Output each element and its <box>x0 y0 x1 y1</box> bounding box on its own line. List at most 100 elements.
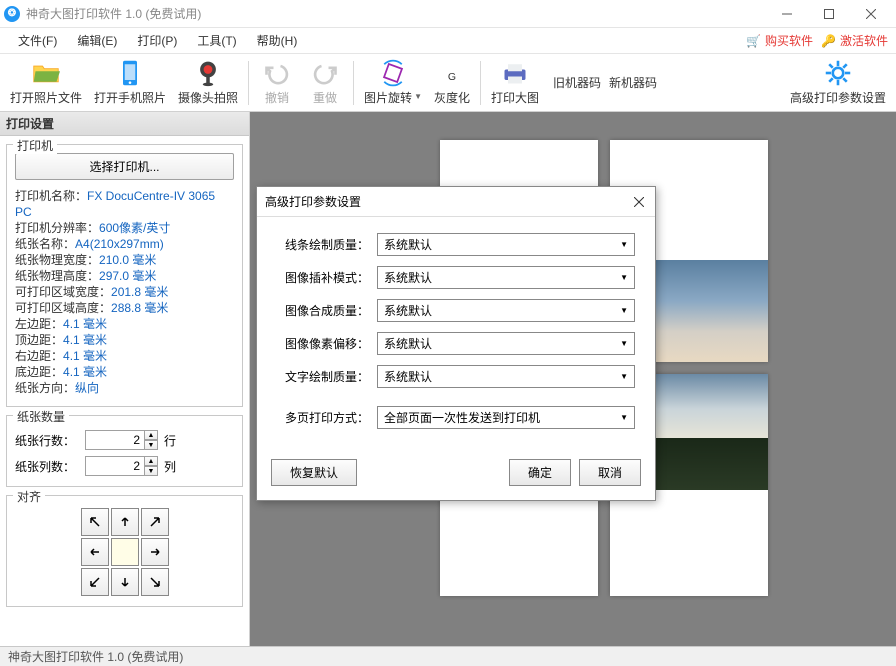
dialog-select[interactable]: 系统默认 ▼ <box>377 266 635 289</box>
dialog-select[interactable]: 系统默认▼ <box>377 332 635 355</box>
align-left[interactable] <box>81 538 109 566</box>
menu-tools[interactable]: 工具(T) <box>187 28 246 53</box>
sidebar: 打印设置 打印机 选择打印机... 打印机名称：FX DocuCentre-IV… <box>0 112 250 646</box>
status-text: 神奇大图打印软件 1.0 (免费试用) <box>8 648 183 665</box>
minimize-button[interactable] <box>766 0 808 28</box>
align-bottom-left[interactable] <box>81 568 109 596</box>
printer-info-value: 210.0 毫米 <box>99 253 156 267</box>
dialog-select[interactable]: 系统默认 ▼ <box>377 365 635 388</box>
printer-icon <box>501 59 529 87</box>
titlebar: ❂ 神奇大图打印软件 1.0 (免费试用) <box>0 0 896 28</box>
activate-link[interactable]: 🔑 激活软件 <box>821 32 888 49</box>
print-big-label: 打印大图 <box>491 89 539 106</box>
dialog-close-button[interactable] <box>631 194 647 210</box>
cols-spinner[interactable]: ▲▼ <box>144 456 158 476</box>
printer-info-label: 纸张方向： <box>15 381 75 395</box>
printer-info-label: 纸张物理宽度： <box>15 253 99 267</box>
sidebar-title: 打印设置 <box>0 112 249 136</box>
grayscale-button[interactable]: G 灰度化 <box>428 56 476 110</box>
dialog-select-value: 系统默认 <box>384 269 432 286</box>
align-top-right[interactable] <box>141 508 169 536</box>
align-top[interactable] <box>111 508 139 536</box>
menu-edit[interactable]: 编辑(E) <box>67 28 127 53</box>
rows-label: 纸张行数： <box>15 432 85 449</box>
printer-info-value: 4.1 毫米 <box>63 365 107 379</box>
cols-input[interactable]: 2 <box>85 456 145 476</box>
svg-text:G: G <box>448 71 456 83</box>
align-legend: 对齐 <box>13 488 45 505</box>
dialog-select-value: 系统默认 <box>384 368 432 385</box>
printer-info-value: 纵向 <box>75 381 99 395</box>
redo-label: 重做 <box>313 89 337 106</box>
maximize-button[interactable] <box>808 0 850 28</box>
print-big-button[interactable]: 打印大图 <box>485 56 545 110</box>
dialog-select-value: 系统默认 <box>384 236 432 253</box>
dialog-select-value: 全部页面一次性发送到打印机 <box>384 409 540 426</box>
ok-button[interactable]: 确定 <box>509 459 571 486</box>
advanced-print-dialog: 高级打印参数设置 线条绘制质量： 系统默认 ▼ 图像插补模式： 系统默认 ▼ 图像合成质量：… <box>256 186 656 501</box>
align-bottom[interactable] <box>111 568 139 596</box>
printer-info-value: 600像素/英寸 <box>99 221 170 235</box>
undo-label: 撤销 <box>265 89 289 106</box>
menu-print[interactable]: 打印(P) <box>127 28 187 53</box>
chevron-down-icon: ▼ <box>620 273 628 282</box>
printer-info-label: 左边距： <box>15 317 63 331</box>
machine-codes: 旧机器码 新机器码 <box>545 74 665 91</box>
dialog-select[interactable]: 系统默认 ▼ <box>377 233 635 256</box>
close-button[interactable] <box>850 0 892 28</box>
old-machine-code[interactable]: 旧机器码 <box>553 74 601 91</box>
rotate-icon <box>379 59 407 87</box>
rotate-button[interactable]: 图片旋转▼ <box>358 56 428 110</box>
dialog-select[interactable]: 系统默认 ▼ <box>377 299 635 322</box>
folder-icon <box>32 59 60 87</box>
camera-button[interactable]: 摄像头拍照 <box>172 56 244 110</box>
chevron-down-icon: ▼ <box>620 240 628 249</box>
menu-file[interactable]: 文件(F) <box>8 28 67 53</box>
key-icon: 🔑 <box>821 34 836 48</box>
open-phone-button[interactable]: 打开手机照片 <box>88 56 172 110</box>
align-group: 对齐 <box>6 495 243 607</box>
align-top-left[interactable] <box>81 508 109 536</box>
dialog-select-value: 系统默认 <box>384 302 432 319</box>
chevron-down-icon: ▼ <box>414 92 422 101</box>
rows-unit: 行 <box>164 432 176 449</box>
window-title: 神奇大图打印软件 1.0 (免费试用) <box>26 5 766 22</box>
restore-default-button[interactable]: 恢复默认 <box>271 459 357 486</box>
dialog-row-label: 文字绘制质量： <box>277 368 377 385</box>
printer-legend: 打印机 <box>13 137 57 154</box>
statusbar: 神奇大图打印软件 1.0 (免费试用) <box>0 646 896 666</box>
align-center[interactable] <box>111 538 139 566</box>
chevron-down-icon: ▼ <box>620 372 628 381</box>
new-machine-code[interactable]: 新机器码 <box>609 74 657 91</box>
chevron-down-icon: ▼ <box>620 339 628 348</box>
dialog-select[interactable]: 全部页面一次性发送到打印机▼ <box>377 406 635 429</box>
dialog-row-label: 图像插补模式： <box>277 269 377 286</box>
advanced-settings-button[interactable]: 高级打印参数设置 <box>784 56 892 110</box>
undo-button[interactable]: 撤销 <box>253 56 301 110</box>
undo-icon <box>263 59 291 87</box>
printer-info-label: 顶边距： <box>15 333 63 347</box>
menu-help[interactable]: 帮助(H) <box>247 28 308 53</box>
chevron-down-icon: ▼ <box>620 306 628 315</box>
redo-button[interactable]: 重做 <box>301 56 349 110</box>
buy-link[interactable]: 🛒 购买软件 <box>746 32 813 49</box>
sheets-group: 纸张数量 纸张行数： 2 ▲▼ 行 纸张列数： 2 ▲▼ 列 <box>6 415 243 487</box>
printer-info-label: 打印机分辨率： <box>15 221 99 235</box>
align-bottom-right[interactable] <box>141 568 169 596</box>
select-printer-button[interactable]: 选择打印机... <box>15 153 234 180</box>
printer-info-label: 可打印区域宽度： <box>15 285 111 299</box>
dialog-row-label: 图像合成质量： <box>277 302 377 319</box>
cols-unit: 列 <box>164 458 176 475</box>
rows-spinner[interactable]: ▲▼ <box>144 430 158 450</box>
rotate-label: 图片旋转 <box>364 89 412 106</box>
sheets-legend: 纸张数量 <box>13 408 69 425</box>
printer-info: 打印机名称：FX DocuCentre-IV 3065 PC打印机分辨率：600… <box>15 188 234 396</box>
align-right[interactable] <box>141 538 169 566</box>
open-file-button[interactable]: 打开照片文件 <box>4 56 88 110</box>
cancel-button[interactable]: 取消 <box>579 459 641 486</box>
dialog-row-label: 线条绘制质量： <box>277 236 377 253</box>
camera-icon <box>194 59 222 87</box>
rows-input[interactable]: 2 <box>85 430 145 450</box>
cols-label: 纸张列数： <box>15 458 85 475</box>
dialog-title: 高级打印参数设置 <box>265 193 631 210</box>
